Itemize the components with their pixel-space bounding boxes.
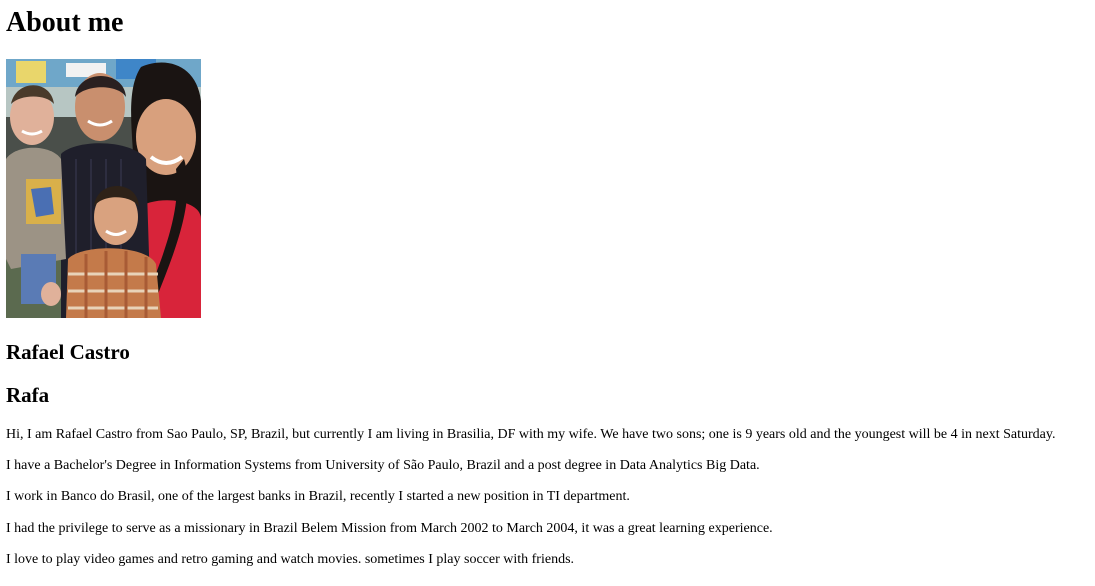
- page-title: About me: [6, 7, 124, 38]
- bio-paragraph: I work in Banco do Brasil, one of the la…: [6, 489, 630, 504]
- family-photo: [6, 59, 201, 318]
- bio-paragraph: Hi, I am Rafael Castro from Sao Paulo, S…: [6, 427, 1056, 442]
- person-nickname: Rafa: [6, 383, 50, 407]
- bio-paragraph: I had the privilege to serve as a missio…: [6, 521, 773, 536]
- family-photo-image: [6, 59, 201, 318]
- bio-paragraph: I have a Bachelor's Degree in Informatio…: [6, 458, 760, 473]
- bio-paragraph: I love to play video games and retro gam…: [6, 552, 575, 567]
- person-name: Rafael Castro: [6, 340, 130, 364]
